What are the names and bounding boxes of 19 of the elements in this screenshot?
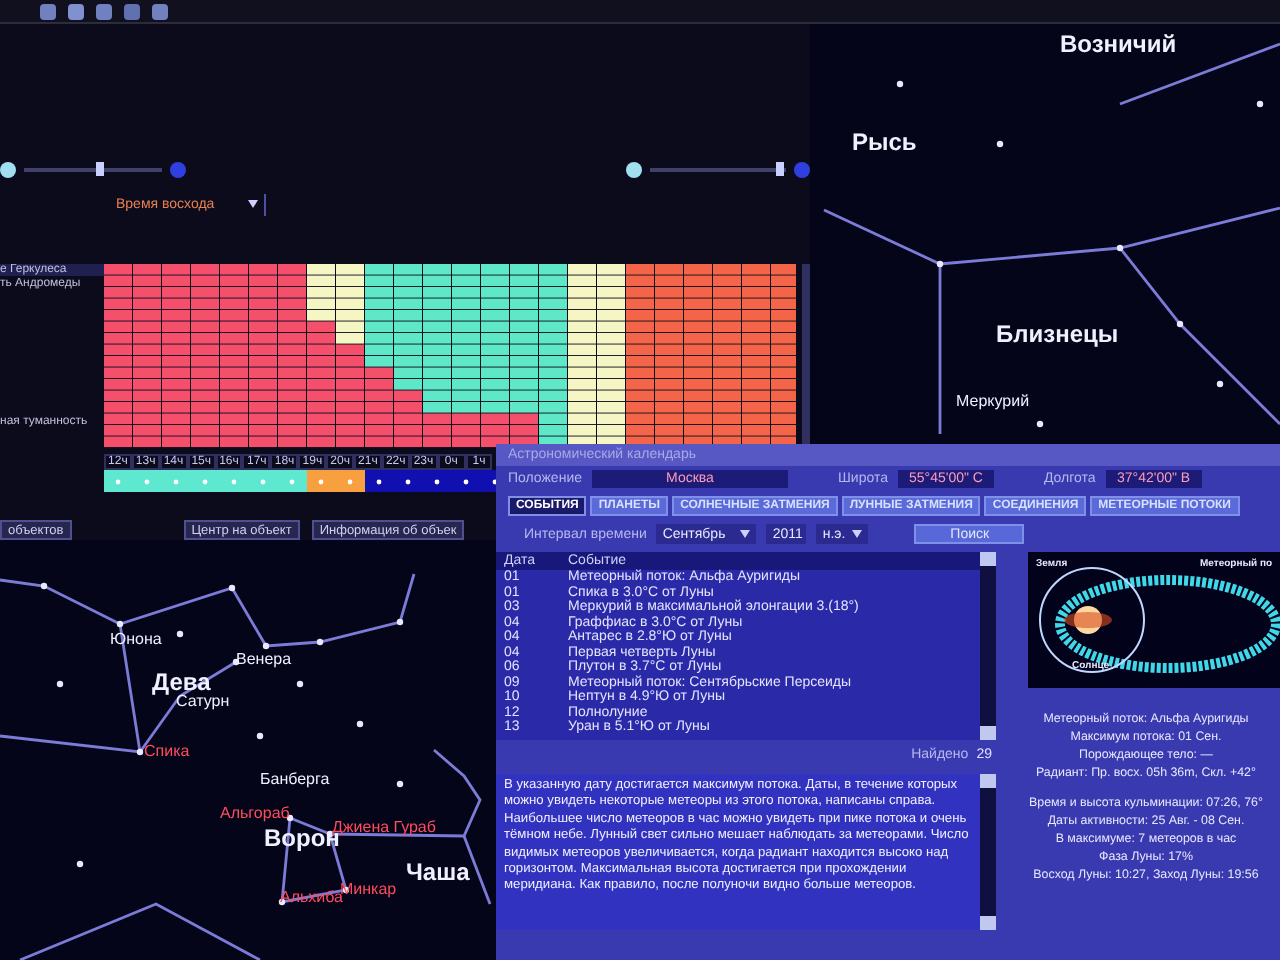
caret-icon (852, 530, 863, 538)
caret-icon (248, 200, 258, 209)
planet-label: Венера (236, 650, 292, 668)
constellation-label: Возничий (1060, 30, 1177, 58)
scrollbar[interactable] (980, 552, 996, 740)
constellation-label: Близнецы (996, 320, 1119, 348)
star-label: Альгораб (220, 804, 290, 822)
constellation-label: Рысь (852, 128, 917, 156)
planet-label: Сатурн (176, 692, 230, 710)
time-slider[interactable] (625, 160, 810, 181)
planet-label: Банберга (260, 770, 330, 788)
constellation-label: Чаша (406, 858, 470, 886)
star-label: Спика (144, 742, 190, 760)
scrollbar[interactable] (802, 263, 811, 448)
scrollbar[interactable] (980, 774, 996, 930)
planet-label: Меркурий (956, 392, 1030, 410)
time-slider[interactable] (0, 160, 185, 181)
star-label: Минкар (340, 880, 397, 898)
caret-icon (740, 530, 751, 538)
